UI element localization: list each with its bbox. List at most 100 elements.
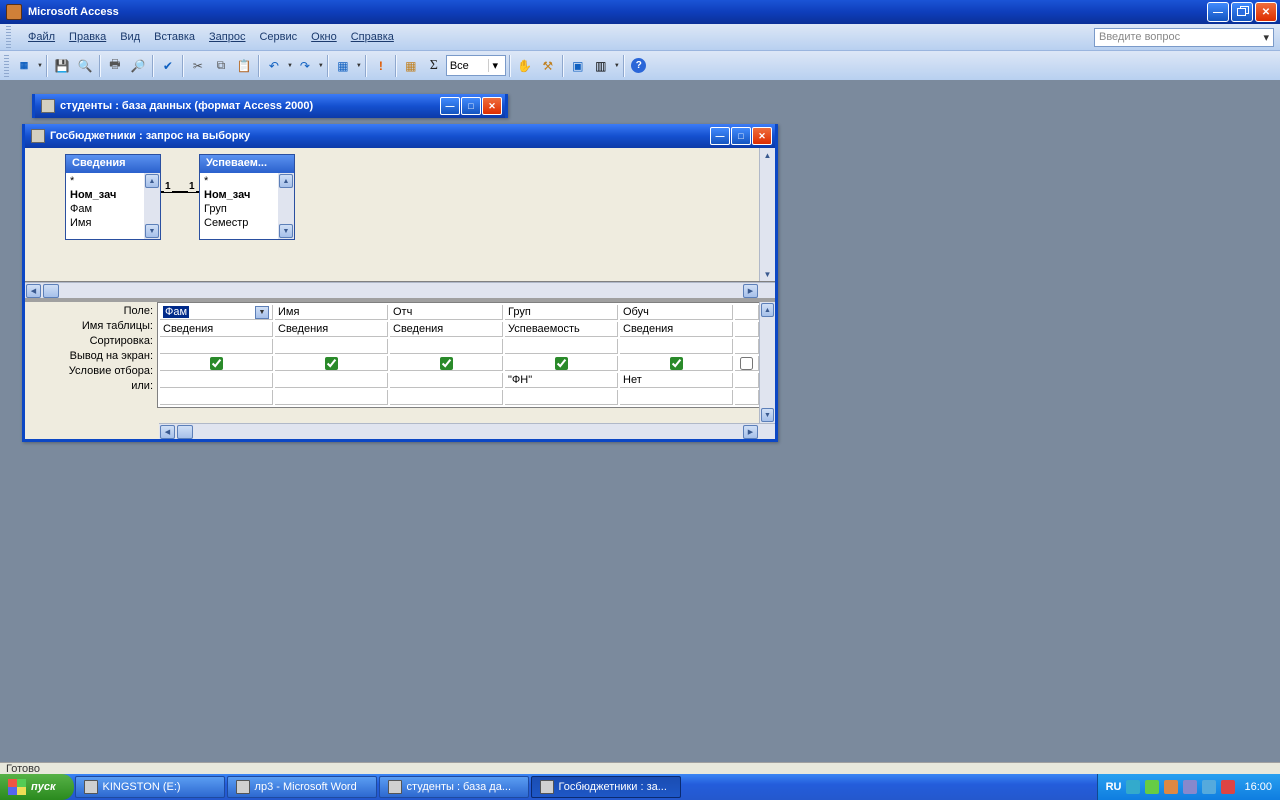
taskbar-item[interactable]: KINGSTON (E:) xyxy=(75,776,225,798)
run-button[interactable]: ! xyxy=(370,55,392,77)
db-minimize-button[interactable]: — xyxy=(440,97,460,115)
cell-table[interactable]: Успеваемость xyxy=(505,322,618,337)
db-window-titlebar[interactable]: студенты : база данных (формат Access 20… xyxy=(35,94,505,118)
table-box-sведения[interactable]: Сведения * Ном_зач Фам Имя ▲▼ xyxy=(65,154,161,240)
cell-field[interactable]: Фам▼ xyxy=(160,305,273,320)
grid-body[interactable]: Фам▼ Имя Отч Груп Обуч Сведения Сведения… xyxy=(157,302,775,439)
clock[interactable]: 16:00 xyxy=(1244,781,1272,793)
show-checkbox[interactable] xyxy=(740,357,753,370)
field-row[interactable]: Груп xyxy=(200,202,278,216)
chevron-down-icon[interactable]: ▼ xyxy=(356,63,362,69)
menu-query[interactable]: Запрос xyxy=(209,31,245,43)
cell-sort[interactable] xyxy=(620,339,733,354)
query-maximize-button[interactable]: □ xyxy=(731,127,751,145)
cell-or[interactable] xyxy=(735,390,759,405)
table-header[interactable]: Сведения xyxy=(66,155,160,173)
scroll-up-icon[interactable]: ▲ xyxy=(279,174,293,188)
scroll-up-icon[interactable]: ▲ xyxy=(761,303,774,317)
scroll-down-icon[interactable]: ▼ xyxy=(761,267,775,281)
show-checkbox[interactable] xyxy=(440,357,453,370)
chevron-down-icon[interactable]: ▼ xyxy=(614,63,620,69)
cut-button[interactable]: ✂ xyxy=(187,55,209,77)
query-close-button[interactable]: ✕ xyxy=(752,127,772,145)
spell-button[interactable]: ✔ xyxy=(157,55,179,77)
menu-insert[interactable]: Вставка xyxy=(154,31,195,43)
query-window-titlebar[interactable]: Госбюджетники : запрос на выборку — □ ✕ xyxy=(25,124,775,148)
buildrel-button[interactable]: ⚒ xyxy=(537,55,559,77)
cell-criteria[interactable]: Нет xyxy=(620,373,733,388)
db-window[interactable]: студенты : база данных (формат Access 20… xyxy=(32,94,508,118)
newobj-button[interactable]: ▥ xyxy=(590,55,612,77)
redo-button[interactable]: ↷ xyxy=(294,55,316,77)
scroll-thumb[interactable] xyxy=(43,284,59,298)
search-button[interactable]: 🔍 xyxy=(74,55,96,77)
toprows-combo[interactable]: Все▾ xyxy=(446,55,506,76)
chevron-down-icon[interactable]: ▼ xyxy=(37,63,43,69)
taskbar-item[interactable]: лр3 - Microsoft Word xyxy=(227,776,377,798)
paste-button[interactable]: 📋 xyxy=(233,55,255,77)
cell-sort[interactable] xyxy=(390,339,503,354)
scroll-up-icon[interactable]: ▲ xyxy=(145,174,159,188)
tables-pane[interactable]: Сведения * Ном_зач Фам Имя ▲▼ 1 1 xyxy=(25,148,775,282)
menu-tools[interactable]: Сервис xyxy=(259,31,297,43)
tray-icon[interactable] xyxy=(1183,780,1197,794)
scroll-left-icon[interactable]: ◀ xyxy=(26,284,41,298)
cell-table[interactable]: Сведения xyxy=(160,322,273,337)
scroll-down-icon[interactable]: ▼ xyxy=(279,224,293,238)
undo-button[interactable]: ↶ xyxy=(263,55,285,77)
table-header[interactable]: Успеваем... xyxy=(200,155,294,173)
totals-button[interactable]: Σ xyxy=(423,55,445,77)
menu-window[interactable]: Окно xyxy=(311,31,337,43)
cell-show[interactable] xyxy=(390,356,503,371)
db-close-button[interactable]: ✕ xyxy=(482,97,502,115)
field-list[interactable]: * Ном_зач Фам Имя xyxy=(66,173,144,239)
cell-or[interactable] xyxy=(390,390,503,405)
db-maximize-button[interactable]: □ xyxy=(461,97,481,115)
start-button[interactable]: пуск xyxy=(0,774,74,800)
field-row[interactable]: Семестр xyxy=(200,216,278,230)
cell-field[interactable] xyxy=(735,305,759,320)
cell-sort[interactable] xyxy=(735,339,759,354)
chevron-down-icon[interactable]: ▾ xyxy=(488,59,502,72)
cell-criteria[interactable]: "ФН" xyxy=(505,373,618,388)
sizer-grip[interactable] xyxy=(759,425,775,439)
help-button[interactable]: ? xyxy=(628,55,650,77)
scrollbar[interactable]: ▲▼ xyxy=(144,173,160,239)
preview-button[interactable]: 🔎 xyxy=(127,55,149,77)
cell-show[interactable] xyxy=(275,356,388,371)
minimize-button[interactable]: — xyxy=(1207,2,1229,22)
cell-sort[interactable] xyxy=(275,339,388,354)
language-indicator[interactable]: RU xyxy=(1106,781,1122,793)
scroll-down-icon[interactable]: ▼ xyxy=(761,408,774,422)
cell-criteria[interactable] xyxy=(275,373,388,388)
field-row[interactable]: Ном_зач xyxy=(200,188,278,202)
scroll-up-icon[interactable]: ▲ xyxy=(761,148,775,162)
cell-criteria[interactable] xyxy=(390,373,503,388)
scroll-right-icon[interactable]: ▶ xyxy=(743,284,758,298)
design-grid[interactable]: Фам▼ Имя Отч Груп Обуч Сведения Сведения… xyxy=(157,302,761,408)
taskbar-item[interactable]: Госбюджетники : за... xyxy=(531,776,681,798)
query-window[interactable]: Госбюджетники : запрос на выборку — □ ✕ … xyxy=(22,124,778,442)
cell-table[interactable]: Сведения xyxy=(390,322,503,337)
query-minimize-button[interactable]: — xyxy=(710,127,730,145)
cell-show[interactable] xyxy=(505,356,618,371)
scroll-left-icon[interactable]: ◀ xyxy=(160,425,175,439)
cell-field[interactable]: Груп xyxy=(505,305,618,320)
chevron-down-icon[interactable]: ▼ xyxy=(318,63,324,69)
field-row[interactable]: Фам xyxy=(66,202,144,216)
cell-or[interactable] xyxy=(505,390,618,405)
cell-table[interactable]: Сведения xyxy=(620,322,733,337)
sizer-grip[interactable] xyxy=(759,284,775,298)
field-row[interactable]: Ном_зач xyxy=(66,188,144,202)
menu-view[interactable]: Вид xyxy=(120,31,140,43)
cell-or[interactable] xyxy=(620,390,733,405)
scrollbar[interactable]: ◀ ▶ xyxy=(159,423,775,439)
field-row[interactable]: Имя xyxy=(66,216,144,230)
show-checkbox[interactable] xyxy=(555,357,568,370)
scrollbar[interactable]: ▲▼ xyxy=(278,173,294,239)
tray-icon[interactable] xyxy=(1145,780,1159,794)
field-row[interactable]: * xyxy=(200,174,278,188)
help-search-box[interactable]: Введите вопрос ▾ xyxy=(1094,28,1274,47)
tray-icon[interactable] xyxy=(1126,780,1140,794)
taskbar-item[interactable]: студенты : база да... xyxy=(379,776,529,798)
